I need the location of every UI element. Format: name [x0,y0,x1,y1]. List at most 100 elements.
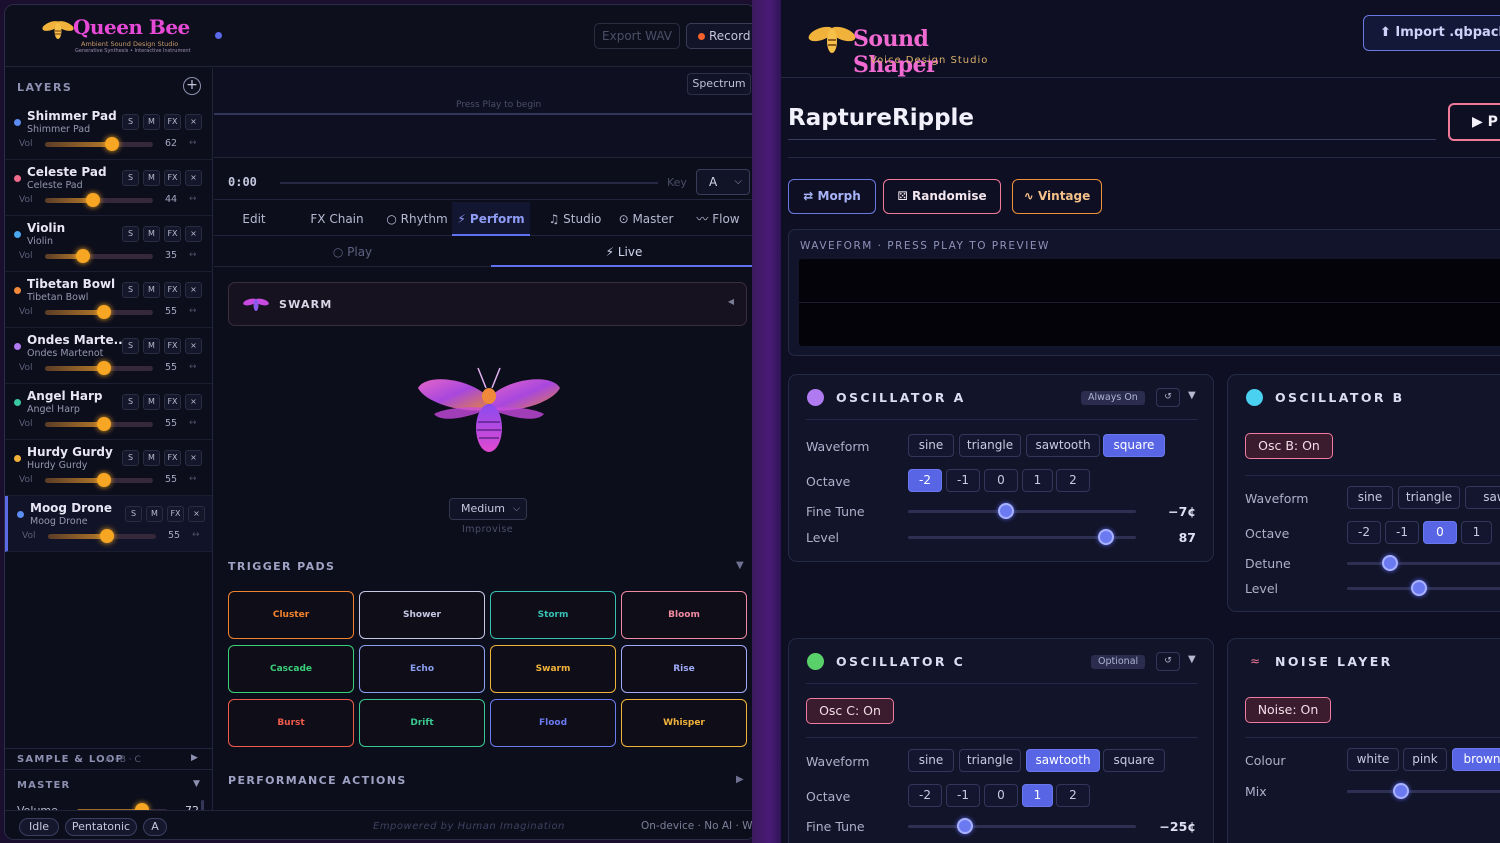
remove-layer-button[interactable]: × [185,338,202,354]
waveform-option[interactable]: square [1103,434,1165,457]
volume-slider[interactable] [45,305,153,319]
fx-button[interactable]: FX [164,170,181,186]
fx-button[interactable]: FX [164,338,181,354]
fx-button[interactable]: FX [164,450,181,466]
solo-button[interactable]: S [122,282,139,298]
octave-option[interactable]: -1 [946,469,980,492]
record-button[interactable]: Record [686,23,755,49]
collapse-icon[interactable]: ▼ [193,779,200,789]
colour-option[interactable]: pink [1403,748,1447,771]
solo-button[interactable]: S [122,394,139,410]
trigger-pad[interactable]: Flood [490,699,616,747]
remove-layer-button[interactable]: × [185,226,202,242]
volume-slider-knob[interactable] [75,249,90,263]
mute-button[interactable]: M [143,226,160,242]
tab-edit[interactable]: Edit [224,202,284,236]
waveform-option[interactable]: sine [908,434,954,457]
volume-slider[interactable] [45,473,153,487]
tab-studio[interactable]: ♫ Studio [530,202,620,236]
octave-option[interactable]: -1 [946,784,980,807]
layer-row[interactable]: Celeste Pad Celeste Pad S M FX × Vol 44 ↔ [5,160,212,216]
volume-slider-knob[interactable] [97,305,112,319]
solo-button[interactable]: S [122,170,139,186]
octave-option[interactable]: 0 [1423,521,1457,544]
fine-tune-slider[interactable] [908,510,1136,513]
waveform-option[interactable]: triangle [1398,486,1460,509]
colour-option[interactable]: white [1347,748,1399,771]
expand-icon[interactable]: ▶ [736,774,744,785]
octave-option[interactable]: -1 [1385,521,1419,544]
remove-layer-button[interactable]: × [185,170,202,186]
collapse-icon[interactable]: ▼ [1188,390,1196,401]
fx-button[interactable]: FX [164,282,181,298]
volume-slider[interactable] [45,417,153,431]
layer-row[interactable]: Violin Violin S M FX × Vol 35 ↔ [5,216,212,272]
layer-row[interactable]: Moog Drone Moog Drone S M FX × Vol 55 ↔ [5,496,212,552]
key-pill[interactable]: A [143,818,167,836]
fine-tune-slider-knob[interactable] [957,818,973,834]
volume-slider[interactable] [45,193,153,207]
trigger-pad[interactable]: Whisper [621,699,747,747]
tab-fx-chain[interactable]: FX Chain [292,202,382,236]
tab-rhythm[interactable]: ○ Rhythm [382,202,452,236]
remove-layer-button[interactable]: × [185,394,202,410]
volume-slider[interactable] [45,249,153,263]
tab-flow[interactable]: 〰 Flow [684,202,752,236]
trigger-pad[interactable]: Shower [359,591,485,639]
noise-toggle[interactable]: Noise: On [1245,697,1331,723]
pan-icon[interactable]: ↔ [189,306,197,316]
waveform-option[interactable]: sawtooth [1026,749,1100,772]
morph-button[interactable]: ⇄ Morph [788,179,876,214]
layer-row[interactable]: Shimmer Pad Shimmer Pad S M FX × Vol 62 ↔ [5,104,212,160]
mute-button[interactable]: M [143,338,160,354]
fine-tune-slider-knob[interactable] [998,503,1015,519]
play-button[interactable]: ▶ P [1448,103,1500,141]
osc-b-toggle[interactable]: Osc B: On [1245,433,1333,459]
colour-option[interactable]: brown [1452,748,1500,771]
detune-slider-knob[interactable] [1382,555,1399,571]
volume-slider[interactable] [45,137,153,151]
octave-option[interactable]: 2 [1056,784,1090,807]
fx-button[interactable]: FX [167,506,184,522]
sample-loop-section[interactable]: SAMPLE & LOOP A · B · C ▶ [5,748,212,770]
octave-option[interactable]: -2 [908,784,942,807]
waveform-option[interactable]: triangle [959,434,1021,457]
volume-slider-knob[interactable] [104,137,119,151]
solo-button[interactable]: S [122,226,139,242]
scale-pill[interactable]: Pentatonic [65,818,137,836]
volume-slider[interactable] [48,529,156,543]
level-slider-knob[interactable] [1098,529,1115,545]
solo-button[interactable]: S [122,114,139,130]
trigger-pad[interactable]: Storm [490,591,616,639]
vintage-button[interactable]: ∿ Vintage [1012,179,1102,214]
trigger-pad[interactable]: Echo [359,645,485,693]
mute-button[interactable]: M [143,170,160,186]
octave-option[interactable]: 1 [1461,521,1492,544]
solo-button[interactable]: S [122,338,139,354]
collapse-icon[interactable]: ▼ [736,560,744,571]
mix-slider[interactable] [1347,790,1500,793]
detune-slider[interactable] [1347,562,1500,565]
trigger-pad[interactable]: Rise [621,645,747,693]
octave-option[interactable]: 1 [1022,784,1053,807]
tab-master[interactable]: ⊙ Master [612,202,680,236]
pan-icon[interactable]: ↔ [189,250,197,260]
octave-option[interactable]: 2 [1056,469,1090,492]
waveform-option[interactable]: saw [1465,486,1500,509]
subtab-play[interactable]: ○ Play [214,237,491,267]
fx-button[interactable]: FX [164,394,181,410]
remove-layer-button[interactable]: × [185,282,202,298]
remove-layer-button[interactable]: × [185,450,202,466]
export-wav-button[interactable]: Export WAV [594,23,680,49]
volume-slider-knob[interactable] [97,473,112,487]
waveform-option[interactable]: sine [908,749,954,772]
waveform-option[interactable]: square [1103,749,1165,772]
reset-icon[interactable]: ↺ [1156,388,1180,407]
pan-icon[interactable]: ↔ [189,418,197,428]
pan-icon[interactable]: ↔ [192,530,200,540]
trigger-pad[interactable]: Cluster [228,591,354,639]
mute-button[interactable]: M [143,394,160,410]
mute-button[interactable]: M [143,450,160,466]
timeline-scrubber[interactable] [280,182,658,184]
pan-icon[interactable]: ↔ [189,138,197,148]
